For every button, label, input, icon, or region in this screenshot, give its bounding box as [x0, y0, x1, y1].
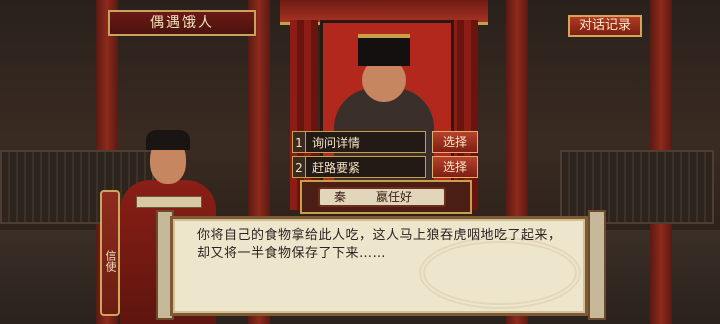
king-name: 嬴任好	[376, 190, 413, 204]
choice-option-1[interactable]: 1 询问详情 选择	[292, 131, 480, 153]
dialog-text: 你将自己的食物拿给此人吃，这人马上狼吞虎咽地吃了起来，却又将一半食物保存了下来……	[197, 228, 562, 261]
dialog-log-button[interactable]: 对话记录	[568, 15, 642, 37]
choice-label[interactable]: 询问详情	[306, 131, 426, 153]
event-title: 偶遇饿人	[150, 15, 214, 31]
king-name-plate: 秦 嬴任好	[318, 187, 446, 207]
choice-label[interactable]: 赶路要紧	[306, 156, 426, 178]
choice-number: 1	[292, 131, 306, 153]
king-crown	[358, 34, 410, 66]
choice-number: 2	[292, 156, 306, 178]
select-button[interactable]: 选择	[432, 156, 478, 178]
dialog-scroll-rod	[588, 210, 606, 320]
event-title-banner: 偶遇饿人	[108, 10, 256, 36]
speaker-name-tab: 信使	[100, 190, 120, 316]
king-state: 秦	[334, 190, 347, 204]
throne	[280, 0, 488, 215]
wooden-railing	[560, 150, 714, 224]
dialog-box[interactable]: 你将自己的食物拿给此人吃，这人马上狼吞虎咽地吃了起来，却又将一半食物保存了下来……	[170, 216, 588, 316]
choice-option-2[interactable]: 2 赶路要紧 选择	[292, 156, 480, 178]
speaker-name: 信使	[104, 250, 117, 272]
select-button[interactable]: 选择	[432, 131, 478, 153]
scroll-item	[136, 196, 202, 208]
messenger-hat	[146, 130, 190, 150]
